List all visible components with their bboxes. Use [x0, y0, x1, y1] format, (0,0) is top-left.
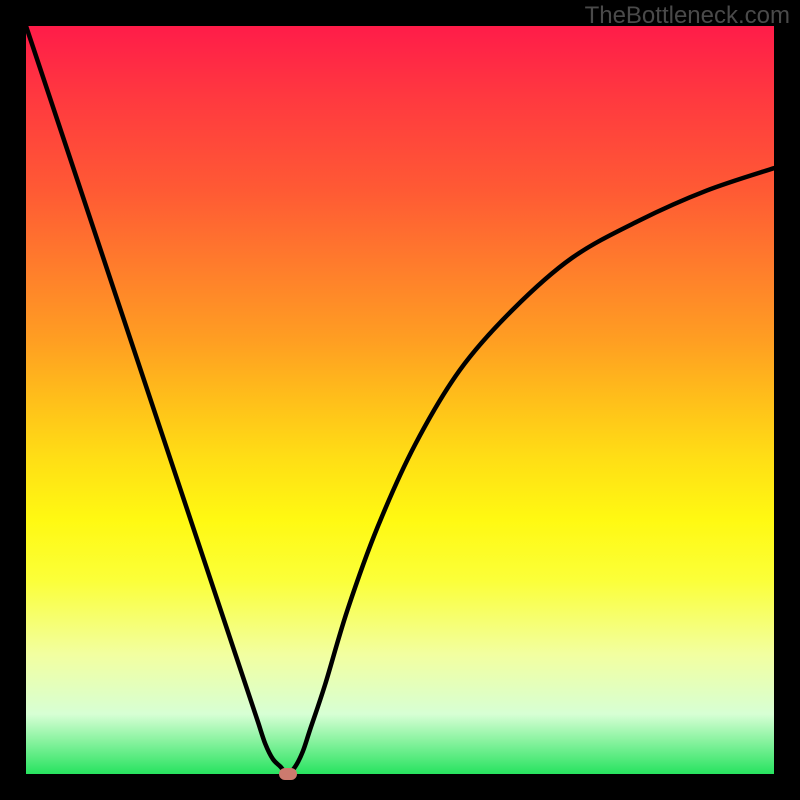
chart-frame: TheBottleneck.com: [0, 0, 800, 800]
minimum-marker: [279, 768, 297, 780]
bottleneck-curve-path: [26, 26, 774, 774]
curve-svg: [26, 26, 774, 774]
plot-area: [26, 26, 774, 774]
